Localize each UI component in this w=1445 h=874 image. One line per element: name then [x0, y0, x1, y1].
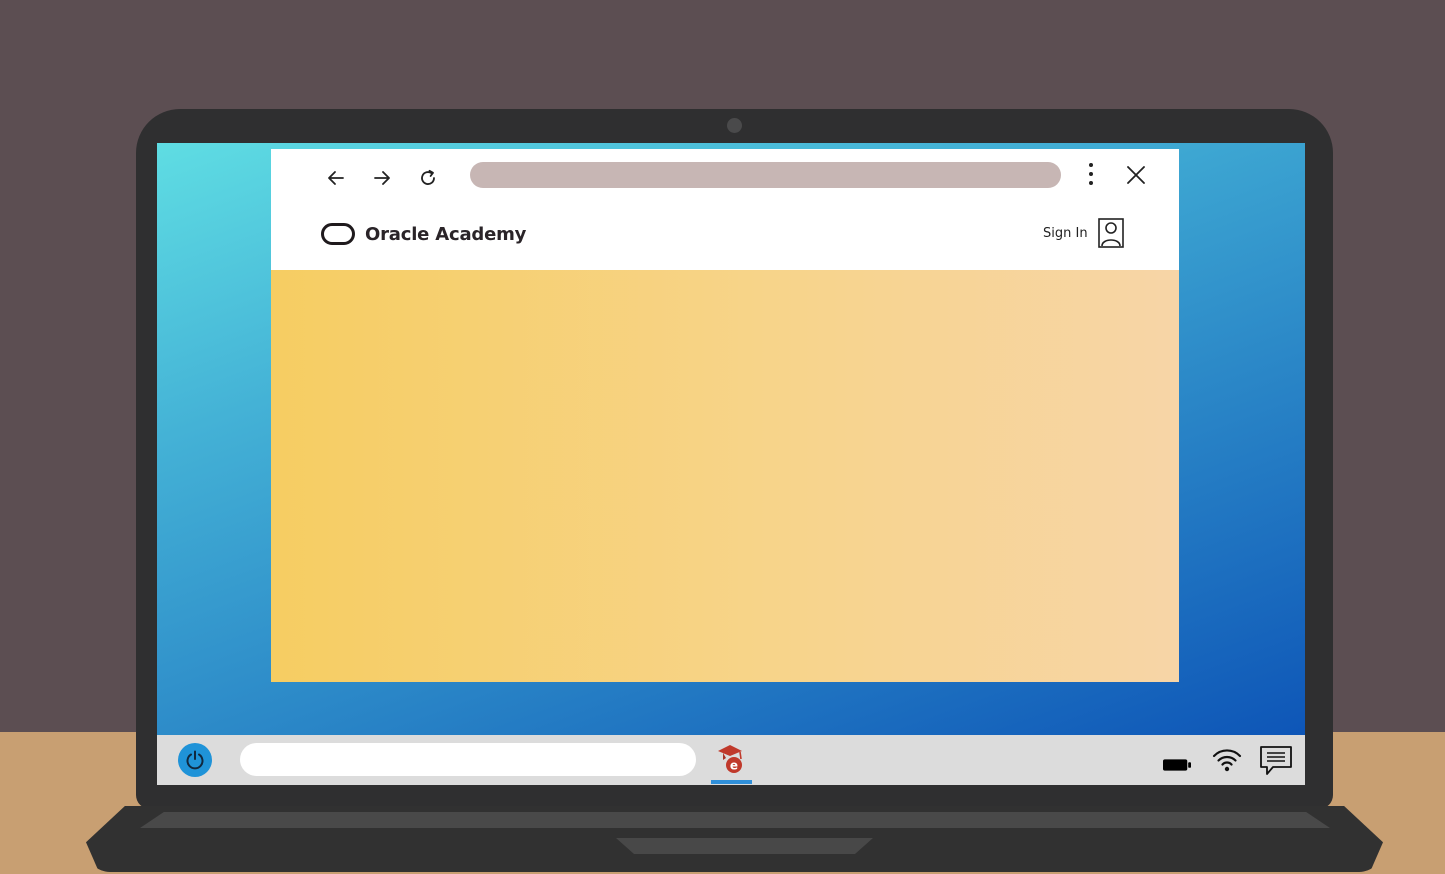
- battery-status[interactable]: [1163, 758, 1191, 772]
- site-logo[interactable]: Oracle Academy: [321, 221, 526, 247]
- browser-window: Oracle Academy Sign In: [271, 149, 1179, 682]
- wifi-icon: [1212, 749, 1242, 772]
- reload-button[interactable]: [413, 163, 443, 193]
- user-icon: [1097, 218, 1124, 248]
- taskbar: e: [157, 735, 1305, 785]
- oracle-academy-app-icon: e: [718, 745, 742, 773]
- close-button[interactable]: [1122, 161, 1150, 189]
- browser-menu-button[interactable]: [1077, 161, 1105, 187]
- laptop-notch: [616, 838, 873, 854]
- power-icon: [186, 750, 204, 770]
- brand-name: Oracle Academy: [365, 223, 527, 245]
- close-icon: [1127, 166, 1145, 184]
- battery-icon: [1163, 759, 1191, 771]
- reload-icon: [421, 169, 435, 185]
- arrow-left-icon: [328, 171, 344, 185]
- oracle-logo-icon: [321, 223, 355, 245]
- back-button[interactable]: [321, 163, 351, 193]
- forward-button[interactable]: [367, 163, 397, 193]
- taskbar-search[interactable]: [240, 743, 696, 776]
- vertical-dots-icon: [1089, 163, 1093, 185]
- laptop-screen: Oracle Academy Sign In e: [157, 143, 1305, 785]
- power-button[interactable]: [178, 743, 212, 777]
- address-bar[interactable]: [470, 162, 1061, 188]
- wifi-status[interactable]: [1212, 747, 1242, 773]
- laptop-base-top: [140, 812, 1330, 828]
- active-app-indicator: [711, 780, 752, 784]
- chat-icon: [1260, 746, 1292, 775]
- webcam: [727, 118, 742, 133]
- hero-banner: [271, 270, 1179, 682]
- arrow-right-icon: [374, 171, 390, 185]
- svg-text:e: e: [730, 759, 738, 773]
- sign-in-label: Sign In: [1043, 225, 1088, 241]
- oracle-academy-app[interactable]: e: [710, 739, 752, 779]
- notifications-button[interactable]: [1259, 745, 1293, 777]
- sign-in-link[interactable]: Sign In: [1043, 216, 1124, 250]
